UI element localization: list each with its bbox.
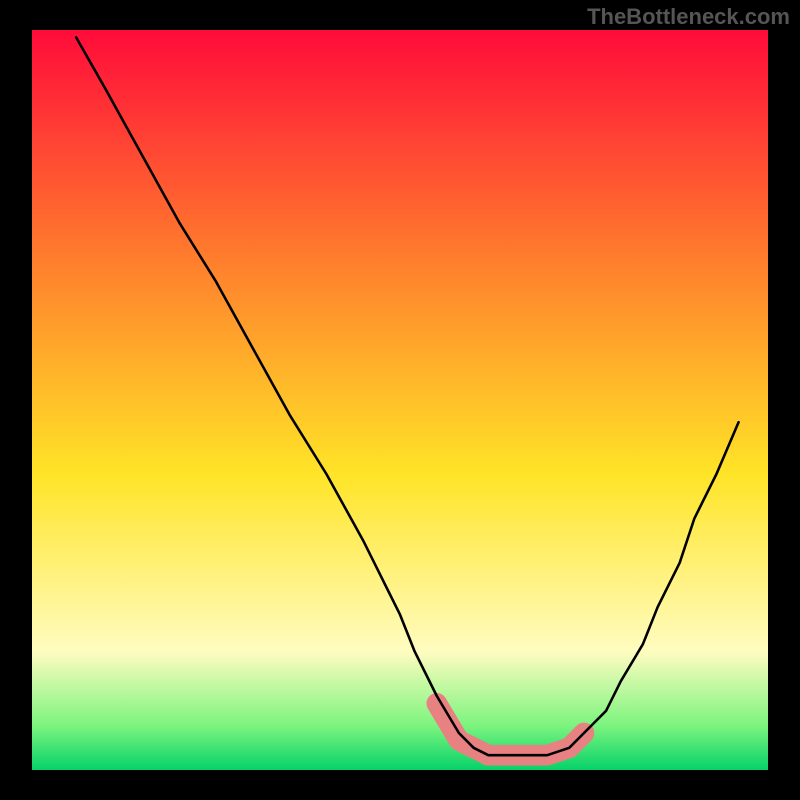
gradient-background	[32, 30, 768, 770]
watermark-text: TheBottleneck.com	[587, 4, 790, 30]
chart-svg	[32, 30, 768, 770]
chart-plot	[32, 30, 768, 770]
chart-frame: TheBottleneck.com	[0, 0, 800, 800]
